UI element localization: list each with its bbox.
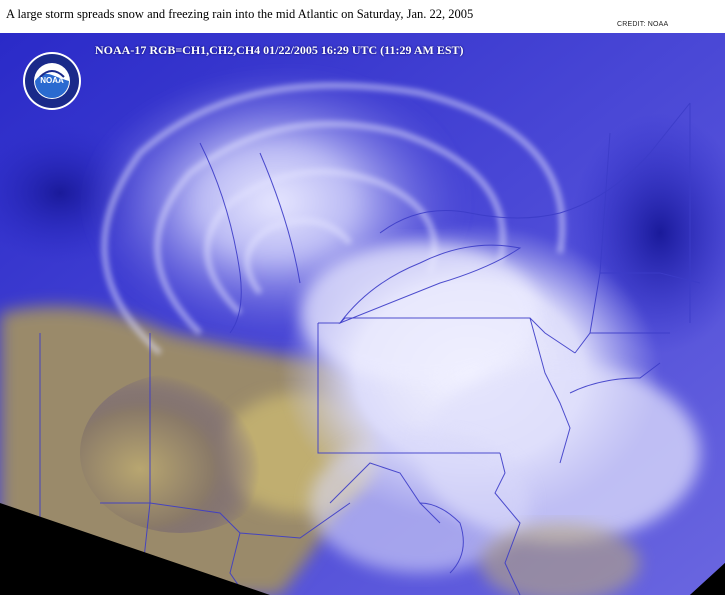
satellite-scene [0,33,725,595]
overlay-title: NOAA-17 RGB=CH1,CH2,CH4 01/22/2005 16:29… [95,43,464,57]
image-credit: CREDIT: NOAA [617,21,669,28]
satellite-image: NOAA-17 RGB=CH1,CH2,CH4 01/22/2005 16:29… [0,33,725,595]
noaa-logo-icon: NOAA [23,52,81,110]
caption-bar: A large storm spreads snow and freezing … [0,0,725,33]
noaa-logo-text: NOAA [40,76,64,85]
image-caption: A large storm spreads snow and freezing … [6,7,474,21]
